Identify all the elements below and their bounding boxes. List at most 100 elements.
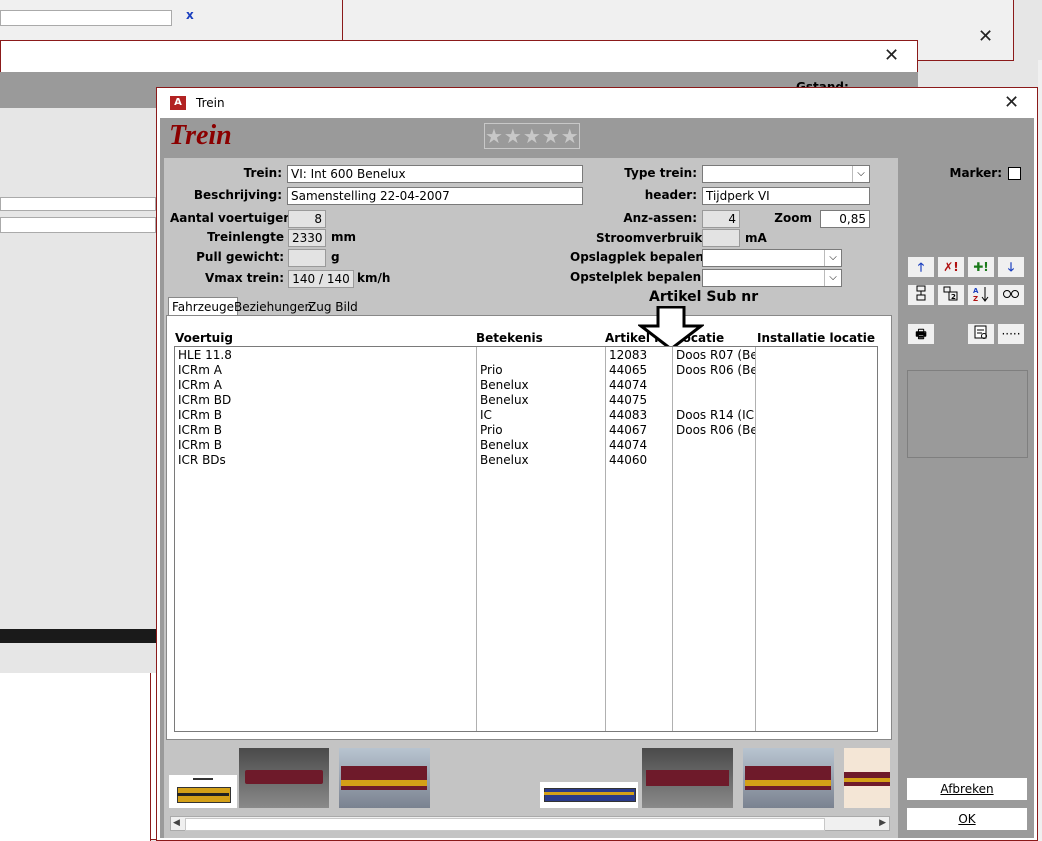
table-cell[interactable]: 44065 bbox=[606, 363, 672, 378]
chevron-down-icon[interactable]: ⌵ bbox=[824, 270, 841, 286]
table-cell[interactable]: ICRm A bbox=[175, 363, 476, 378]
table-cell[interactable] bbox=[756, 363, 877, 378]
table-cell[interactable]: 44075 bbox=[606, 393, 672, 408]
mid-window-close-icon[interactable]: ✕ bbox=[884, 47, 899, 65]
table-cell[interactable]: Doos R07 (Ber bbox=[673, 348, 755, 363]
delete-button[interactable]: ✗! bbox=[937, 256, 965, 278]
table-cell[interactable]: Doos R06 (Ber bbox=[673, 423, 755, 438]
table-cell[interactable]: Doos R06 (Ber bbox=[673, 363, 755, 378]
header-band bbox=[160, 118, 1034, 158]
table-cell[interactable]: Benelux bbox=[477, 393, 605, 408]
type-trein-select[interactable]: ⌵ bbox=[702, 165, 870, 183]
vehicle-table[interactable]: HLE 11.8 ICRm A ICRm A ICRm BD ICRm B ICRm BI… bbox=[174, 346, 878, 732]
rating-stars[interactable]: ★★★★★ bbox=[484, 123, 580, 149]
header-label: header: bbox=[644, 188, 697, 202]
left-field-1[interactable] bbox=[0, 197, 156, 211]
table-cell[interactable] bbox=[673, 438, 755, 453]
table-cell[interactable]: 44060 bbox=[606, 453, 672, 468]
table-cell[interactable]: 44074 bbox=[606, 438, 672, 453]
scroll-thumb[interactable] bbox=[185, 818, 825, 831]
table-cell[interactable] bbox=[477, 348, 605, 363]
tab-fahrzeuge[interactable]: Fahrzeuge bbox=[168, 297, 238, 315]
col-locatie: Doos R07 (Ber Doos R06 (Ber Doos R14 (ICK D… bbox=[673, 347, 756, 731]
table-cell[interactable]: Prio bbox=[477, 423, 605, 438]
table-cell[interactable] bbox=[756, 453, 877, 468]
scroll-right-icon[interactable]: ▶ bbox=[879, 817, 886, 830]
thumb-locomotive[interactable] bbox=[169, 775, 237, 808]
more-button[interactable]: ····· bbox=[997, 323, 1025, 345]
table-cell[interactable]: Benelux bbox=[477, 453, 605, 468]
move-up-button[interactable]: 🡑 bbox=[907, 256, 935, 278]
print-button[interactable]: 🖶 bbox=[907, 323, 935, 345]
table-cell[interactable] bbox=[756, 408, 877, 423]
number-icon[interactable]: 2 bbox=[937, 284, 965, 306]
chevron-down-icon[interactable]: ⌵ bbox=[824, 250, 841, 266]
table-cell[interactable]: 44074 bbox=[606, 378, 672, 393]
opslagplek-select[interactable]: ⌵ bbox=[702, 249, 842, 267]
thumb-coach-3[interactable] bbox=[540, 782, 638, 808]
table-cell[interactable]: Benelux bbox=[477, 378, 605, 393]
trein-input[interactable]: VI: Int 600 Benelux bbox=[287, 165, 583, 183]
table-cell[interactable] bbox=[756, 378, 877, 393]
zoom-input[interactable]: 0,85 bbox=[820, 210, 870, 228]
marker-checkbox[interactable] bbox=[1008, 167, 1021, 180]
stroomverbruik-label: Stroomverbruik: bbox=[596, 231, 708, 245]
thumb-coach-5[interactable] bbox=[743, 748, 834, 808]
table-cell[interactable]: ICR BDs bbox=[175, 453, 476, 468]
table-cell[interactable]: ICRm B bbox=[175, 408, 476, 423]
opstelplek-select[interactable]: ⌵ bbox=[702, 269, 842, 287]
table-cell[interactable]: 44083 bbox=[606, 408, 672, 423]
beschrijving-label: Beschrijving: bbox=[193, 188, 282, 202]
svg-text:2: 2 bbox=[951, 293, 956, 301]
add-button[interactable]: ✚! bbox=[967, 256, 995, 278]
table-cell[interactable]: IC bbox=[477, 408, 605, 423]
table-cell[interactable]: ICRm B bbox=[175, 423, 476, 438]
table-cell[interactable] bbox=[673, 378, 755, 393]
anz-assen-field: 4 bbox=[702, 210, 740, 228]
mid-window-left-panel bbox=[0, 108, 156, 673]
opstelplek-label: Opstelplek bepalen bbox=[570, 270, 702, 284]
table-cell[interactable]: 12083 bbox=[606, 348, 672, 363]
thumb-coach-1[interactable] bbox=[239, 748, 329, 808]
move-down-button[interactable]: 🡓 bbox=[997, 256, 1025, 278]
table-cell[interactable]: ICRm A bbox=[175, 378, 476, 393]
ok-button[interactable]: OK bbox=[906, 807, 1028, 831]
table-cell[interactable] bbox=[756, 423, 877, 438]
table-cell[interactable]: Prio bbox=[477, 363, 605, 378]
close-small-icon[interactable]: x bbox=[186, 8, 194, 22]
scroll-left-icon[interactable]: ◀ bbox=[173, 817, 180, 830]
tab-zug-bild[interactable]: Zug Bild bbox=[305, 298, 361, 316]
table-cell[interactable] bbox=[756, 393, 877, 408]
back-window-close-icon[interactable]: ✕ bbox=[978, 28, 993, 46]
chevron-down-icon[interactable]: ⌵ bbox=[852, 166, 869, 182]
left-field-2[interactable] bbox=[0, 217, 156, 233]
horizontal-scrollbar[interactable]: ◀ ▶ bbox=[170, 816, 890, 831]
split-icon[interactable] bbox=[907, 284, 935, 306]
header-title: Trein bbox=[169, 120, 232, 151]
afbreken-button[interactable]: Afbreken bbox=[906, 777, 1028, 801]
table-cell[interactable]: Benelux bbox=[477, 438, 605, 453]
table-cell[interactable]: ICRm BD bbox=[175, 393, 476, 408]
thumb-coach-6[interactable] bbox=[844, 748, 890, 808]
dialog-close-icon[interactable]: ✕ bbox=[1004, 94, 1019, 112]
sort-az-icon[interactable]: AZ bbox=[967, 284, 995, 306]
table-cell[interactable]: HLE 11.8 bbox=[175, 348, 476, 363]
table-cell[interactable] bbox=[673, 393, 755, 408]
table-cell[interactable] bbox=[673, 453, 755, 468]
table-cell[interactable] bbox=[756, 438, 877, 453]
header-input[interactable]: Tijdperk VI bbox=[702, 187, 870, 205]
tab-beziehungen[interactable]: Beziehungen bbox=[231, 298, 315, 316]
beschrijving-input[interactable]: Samenstelling 22-04-2007 bbox=[287, 187, 583, 205]
table-cell[interactable]: Doos R14 (ICK bbox=[673, 408, 755, 423]
annotation-label: Artikel Sub nr bbox=[649, 289, 759, 305]
glasses-icon[interactable] bbox=[997, 284, 1025, 306]
table-cell[interactable]: ICRm B bbox=[175, 438, 476, 453]
thumb-coach-4[interactable] bbox=[642, 748, 733, 808]
marker-label: Marker: bbox=[949, 166, 1002, 180]
table-cell[interactable] bbox=[756, 348, 877, 363]
treinlengte-unit: mm bbox=[331, 230, 357, 244]
table-cell[interactable]: 44067 bbox=[606, 423, 672, 438]
svg-text:Z: Z bbox=[973, 295, 978, 303]
thumb-coach-2[interactable] bbox=[339, 748, 430, 808]
report-icon[interactable] bbox=[967, 323, 995, 345]
